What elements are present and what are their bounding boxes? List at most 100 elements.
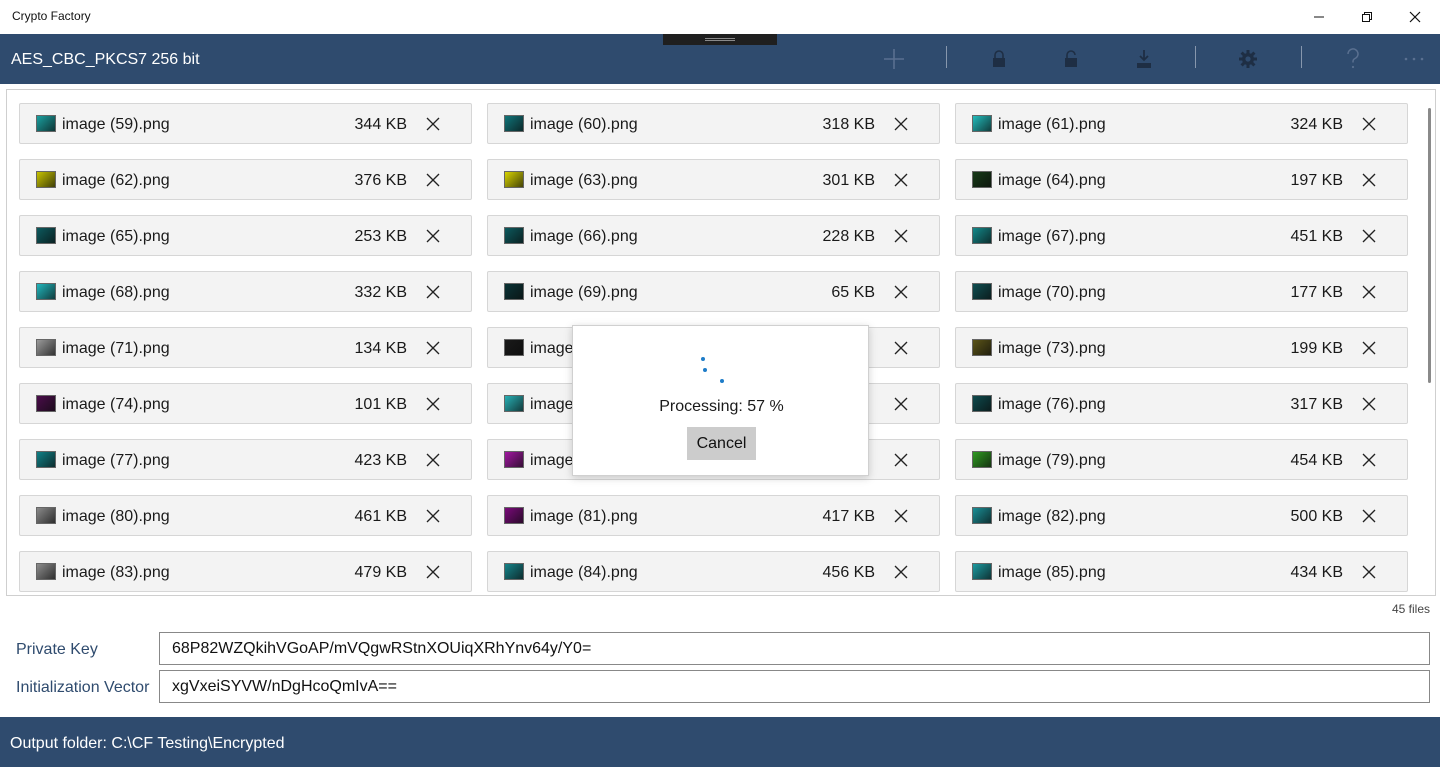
save-output-button[interactable] — [1127, 44, 1161, 74]
minimize-button[interactable] — [1296, 0, 1342, 34]
remove-file-icon[interactable] — [1361, 396, 1377, 412]
close-window-button[interactable] — [1392, 0, 1438, 34]
remove-file-icon[interactable] — [1361, 508, 1377, 524]
output-folder[interactable]: Output folder: C:\CF Testing\Encrypted — [10, 735, 285, 753]
file-item[interactable]: image (79).png 454 KB — [955, 439, 1408, 480]
remove-file-icon[interactable] — [893, 284, 909, 300]
remove-file-icon[interactable] — [893, 508, 909, 524]
question-icon — [1347, 48, 1359, 69]
file-size: 434 KB — [1290, 564, 1343, 581]
file-name: image (64).png — [998, 172, 1106, 189]
file-item[interactable]: image (82).png 500 KB — [955, 495, 1408, 536]
file-item[interactable]: image (81).png 417 KB — [487, 495, 940, 536]
file-item[interactable]: image (61).png 324 KB — [955, 103, 1408, 144]
gear-icon — [1239, 50, 1257, 68]
file-thumbnail — [504, 115, 524, 132]
scrollbar[interactable] — [1428, 108, 1431, 383]
remove-file-icon[interactable] — [425, 228, 441, 244]
file-size: 417 KB — [822, 508, 875, 525]
remove-file-icon[interactable] — [425, 116, 441, 132]
file-item[interactable]: image (62).png 376 KB — [19, 159, 472, 200]
remove-file-icon[interactable] — [425, 284, 441, 300]
file-item[interactable]: image (67).png 451 KB — [955, 215, 1408, 256]
file-name: image (60).png — [530, 116, 638, 133]
file-item[interactable]: image (65).png 253 KB — [19, 215, 472, 256]
file-name: image (62).png — [62, 172, 170, 189]
file-name: image (77).png — [62, 452, 170, 469]
add-files-button[interactable] — [877, 44, 911, 74]
file-item[interactable]: image (69).png 65 KB — [487, 271, 940, 312]
file-item[interactable]: image (76).png 317 KB — [955, 383, 1408, 424]
more-options-button[interactable] — [1397, 44, 1431, 74]
file-item[interactable]: image (84).png 456 KB — [487, 551, 940, 592]
remove-file-icon[interactable] — [425, 452, 441, 468]
file-size: 456 KB — [822, 564, 875, 581]
remove-file-icon[interactable] — [425, 564, 441, 580]
file-name: image (79).png — [998, 452, 1106, 469]
file-item[interactable]: image (63).png 301 KB — [487, 159, 940, 200]
remove-file-icon[interactable] — [1361, 116, 1377, 132]
file-size: 317 KB — [1290, 396, 1343, 413]
cancel-button[interactable]: Cancel — [687, 427, 756, 460]
file-thumbnail — [36, 507, 56, 524]
lock-icon — [993, 50, 1005, 67]
file-item[interactable]: image (68).png 332 KB — [19, 271, 472, 312]
progress-dialog: Processing: 57 % Cancel — [572, 325, 869, 476]
remove-file-icon[interactable] — [425, 172, 441, 188]
remove-file-icon[interactable] — [1361, 172, 1377, 188]
private-key-input[interactable] — [159, 632, 1430, 665]
file-name: image (68).png — [62, 284, 170, 301]
file-name: image (85).png — [998, 564, 1106, 581]
file-thumbnail — [36, 339, 56, 356]
file-item[interactable]: image (83).png 479 KB — [19, 551, 472, 592]
file-item[interactable]: image (64).png 197 KB — [955, 159, 1408, 200]
file-thumbnail — [504, 283, 524, 300]
remove-file-icon[interactable] — [893, 172, 909, 188]
remove-file-icon[interactable] — [425, 396, 441, 412]
file-thumbnail — [504, 171, 524, 188]
remove-file-icon[interactable] — [1361, 564, 1377, 580]
remove-file-icon[interactable] — [893, 116, 909, 132]
file-item[interactable]: image (74).png 101 KB — [19, 383, 472, 424]
drag-handle[interactable] — [663, 34, 777, 45]
file-name: image (82).png — [998, 508, 1106, 525]
file-size: 324 KB — [1290, 116, 1343, 133]
file-size: 199 KB — [1290, 340, 1343, 357]
help-button[interactable] — [1336, 44, 1370, 74]
settings-button[interactable] — [1231, 44, 1265, 74]
command-bar: AES_CBC_PKCS7 256 bit — [0, 34, 1440, 84]
restore-button[interactable] — [1344, 0, 1390, 34]
iv-label: Initialization Vector — [16, 679, 150, 696]
file-item[interactable]: image (60).png 318 KB — [487, 103, 940, 144]
remove-file-icon[interactable] — [425, 340, 441, 356]
file-size: 253 KB — [354, 228, 407, 245]
remove-file-icon[interactable] — [1361, 452, 1377, 468]
remove-file-icon[interactable] — [1361, 340, 1377, 356]
remove-file-icon[interactable] — [893, 564, 909, 580]
file-item[interactable]: image (66).png 228 KB — [487, 215, 940, 256]
file-item[interactable]: image (77).png 423 KB — [19, 439, 472, 480]
file-thumbnail — [972, 115, 992, 132]
decrypt-button[interactable] — [1054, 44, 1088, 74]
file-thumbnail — [36, 283, 56, 300]
file-thumbnail — [504, 563, 524, 580]
file-item[interactable]: image (85).png 434 KB — [955, 551, 1408, 592]
plus-icon — [884, 49, 904, 69]
file-item[interactable]: image (71).png 134 KB — [19, 327, 472, 368]
remove-file-icon[interactable] — [893, 340, 909, 356]
remove-file-icon[interactable] — [893, 228, 909, 244]
remove-file-icon[interactable] — [1361, 228, 1377, 244]
file-item[interactable]: image (73).png 199 KB — [955, 327, 1408, 368]
remove-file-icon[interactable] — [893, 396, 909, 412]
encrypt-button[interactable] — [982, 44, 1016, 74]
window-title: Crypto Factory — [12, 9, 91, 23]
remove-file-icon[interactable] — [893, 452, 909, 468]
iv-input[interactable] — [159, 670, 1430, 703]
file-thumbnail — [972, 339, 992, 356]
remove-file-icon[interactable] — [425, 508, 441, 524]
file-item[interactable]: image (59).png 344 KB — [19, 103, 472, 144]
remove-file-icon[interactable] — [1361, 284, 1377, 300]
file-item[interactable]: image (70).png 177 KB — [955, 271, 1408, 312]
file-item[interactable]: image (80).png 461 KB — [19, 495, 472, 536]
file-size: 344 KB — [354, 116, 407, 133]
